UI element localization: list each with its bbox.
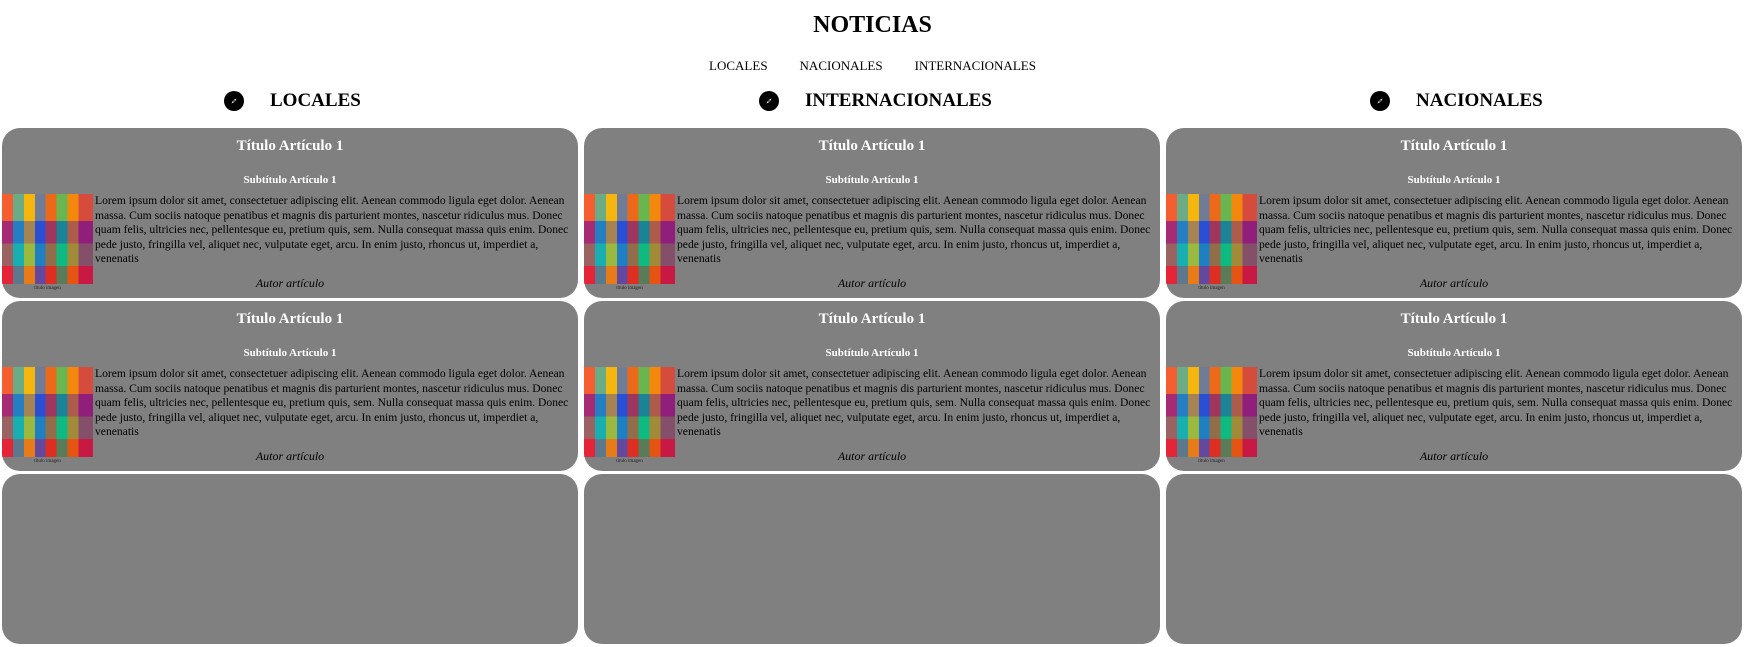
article-image [2, 194, 93, 284]
article-card[interactable]: Título Artículo 1 Subtítulo Artículo 1 t… [584, 301, 1160, 471]
section-heading-internacionales: INTERNACIONALES [759, 90, 992, 112]
column-nacionales: Título Artículo 1 Subtítulo Artículo 1 t… [1166, 128, 1742, 647]
article-title: Título Artículo 1 [818, 138, 926, 154]
article-subtitle: Subtítulo Artículo 1 [825, 174, 919, 186]
section-heading-label: LOCALES [270, 90, 361, 111]
article-subtitle: Subtítulo Artículo 1 [1407, 347, 1501, 359]
article-card[interactable]: Título Artículo 1 Subtítulo Artículo 1 t… [2, 128, 578, 298]
article-card[interactable]: Título Artículo 1 Subtítulo Artículo 1 t… [1166, 301, 1742, 471]
article-author: Autor artículo [1419, 449, 1489, 463]
compass-icon [759, 91, 779, 111]
article-body: Lorem ipsum dolor sit amet, consectetuer… [95, 194, 569, 266]
section-heading-label: INTERNACIONALES [805, 90, 992, 111]
article-card[interactable]: Título Artículo 1 Subtítulo Artículo 1 t… [1166, 128, 1742, 298]
article-author: Autor artículo [837, 449, 907, 463]
page-title: NOTICIAS [813, 12, 932, 38]
article-body: Lorem ipsum dolor sit amet, consectetuer… [95, 367, 569, 439]
article-body: Lorem ipsum dolor sit amet, consectetuer… [677, 194, 1151, 266]
column-locales: Título Artículo 1 Subtítulo Artículo 1 t… [2, 128, 578, 647]
article-title: Título Artículo 1 [1400, 138, 1508, 154]
article-image [1166, 194, 1257, 284]
article-card[interactable]: Título Artículo 1 Subtítulo Artículo 1 t… [584, 128, 1160, 298]
article-card[interactable]: Título Artículo 1 Subtítulo Artículo 1 t… [2, 301, 578, 471]
article-image [2, 367, 93, 457]
compass-icon [1370, 91, 1390, 111]
article-subtitle: Subtítulo Artículo 1 [1407, 174, 1501, 186]
article-body: Lorem ipsum dolor sit amet, consectetuer… [1259, 194, 1733, 266]
article-author: Autor artículo [255, 449, 325, 463]
article-title: Título Artículo 1 [818, 311, 926, 327]
article-card[interactable] [584, 474, 1160, 644]
nav-link-locales[interactable]: LOCALES [709, 58, 768, 74]
article-card[interactable] [2, 474, 578, 644]
nav-link-internacionales[interactable]: INTERNACIONALES [915, 58, 1036, 74]
article-title: Título Artículo 1 [1400, 311, 1508, 327]
nav-link-nacionales[interactable]: NACIONALES [800, 58, 883, 74]
article-author: Autor artículo [1419, 276, 1489, 290]
section-heading-locales: LOCALES [224, 90, 361, 112]
article-image [1166, 367, 1257, 457]
article-body: Lorem ipsum dolor sit amet, consectetuer… [677, 367, 1151, 439]
article-image [584, 367, 675, 457]
article-card[interactable] [1166, 474, 1742, 644]
article-image [584, 194, 675, 284]
article-subtitle: Subtítulo Artículo 1 [243, 347, 337, 359]
article-title: Título Artículo 1 [236, 138, 344, 154]
article-body: Lorem ipsum dolor sit amet, consectetuer… [1259, 367, 1733, 439]
article-author: Autor artículo [255, 276, 325, 290]
section-heading-label: NACIONALES [1416, 90, 1543, 111]
article-subtitle: Subtítulo Artículo 1 [825, 347, 919, 359]
compass-icon [224, 91, 244, 111]
article-author: Autor artículo [837, 276, 907, 290]
article-title: Título Artículo 1 [236, 311, 344, 327]
column-internacionales: Título Artículo 1 Subtítulo Artículo 1 t… [584, 128, 1160, 647]
article-subtitle: Subtítulo Artículo 1 [243, 174, 337, 186]
section-heading-nacionales: NACIONALES [1370, 90, 1543, 112]
top-nav: LOCALES NACIONALES INTERNACIONALES [0, 58, 1745, 74]
